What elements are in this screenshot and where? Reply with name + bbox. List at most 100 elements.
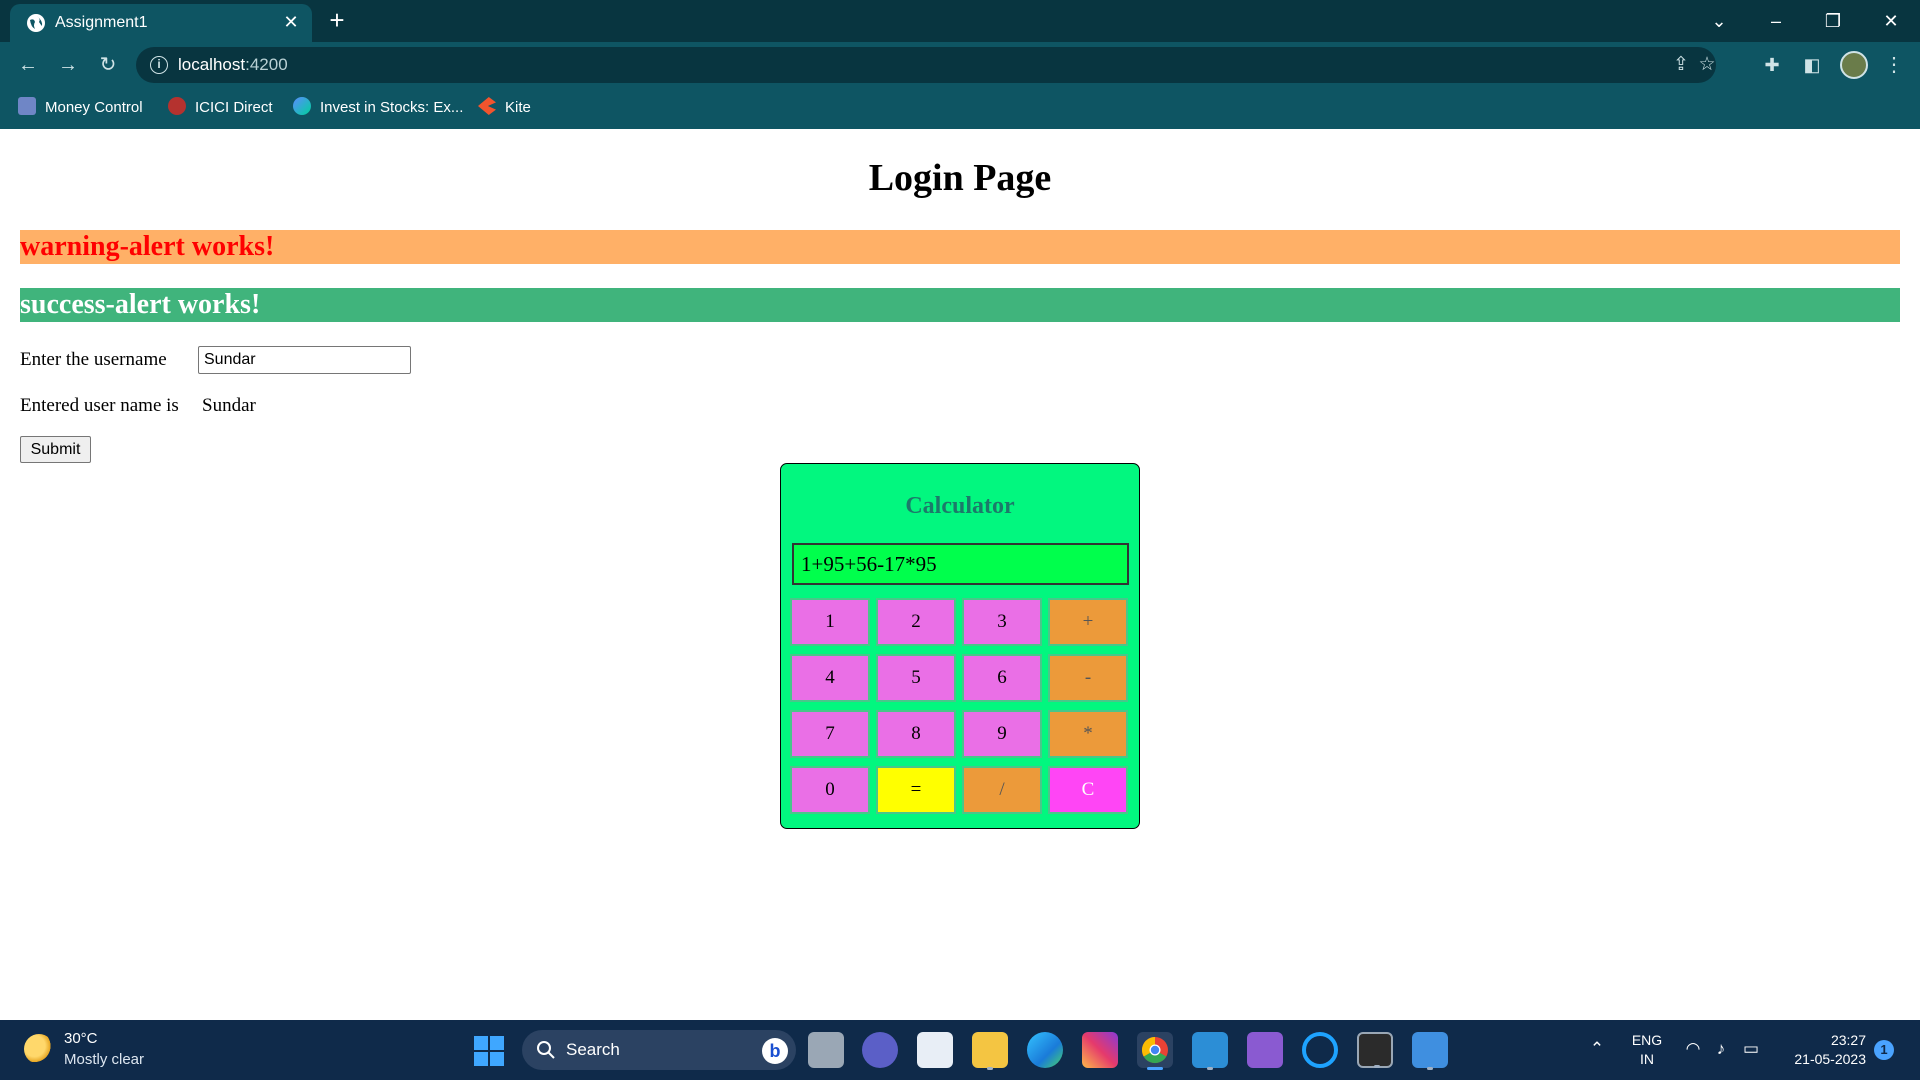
browser-toolbar: ← → ↻ i localhost:4200 ⇪ ☆ ✚ ◧ ⋮ [0,42,1920,88]
running-indicator [1207,1067,1213,1070]
new-tab-icon[interactable]: + [324,7,350,34]
edge-browser-icon[interactable] [1027,1032,1063,1068]
show-hidden-icons-chevron-icon[interactable]: ⌃ [1586,1038,1608,1060]
calculator: Calculator 1+95+56-17*95 1 2 3 + 4 5 6 -… [780,463,1140,829]
key-1[interactable]: 1 [790,598,870,646]
reload-icon[interactable]: ↻ [94,51,122,79]
bookmark-kite[interactable]: Kite [478,97,531,119]
back-arrow-icon[interactable]: ← [14,51,42,79]
bookmark-label: ICICI Direct [195,99,273,116]
battery-icon[interactable]: ▭ [1740,1038,1762,1060]
close-tab-icon[interactable]: ✕ [280,11,302,33]
visual-studio-icon[interactable] [1247,1032,1283,1068]
groww-icon [293,97,311,115]
more-menu-icon[interactable]: ⋮ [1880,51,1908,79]
bookmark-invest-in-stocks[interactable]: Invest in Stocks: Ex... [293,97,463,119]
bookmark-label: Invest in Stocks: Ex... [320,99,464,116]
calculator-title: Calculator [905,493,1015,519]
minimize-icon[interactable]: – [1761,6,1791,36]
cortana-icon[interactable] [1302,1032,1338,1068]
clock-date[interactable]: 21-05-2023 [1770,1051,1866,1067]
success-alert: success-alert works! [20,288,1900,322]
key-6[interactable]: 6 [962,654,1042,702]
extensions-puzzle-icon[interactable]: ✚ [1758,51,1786,79]
volume-icon[interactable]: ♪ [1710,1038,1732,1060]
language-indicator[interactable]: ENG [1630,1032,1664,1048]
notification-badge[interactable]: 1 [1874,1040,1894,1060]
teams-chat-icon[interactable] [862,1032,898,1068]
running-indicator [1427,1067,1433,1070]
bookmark-icici-direct[interactable]: ICICI Direct [168,97,273,119]
moneycontrol-icon [18,97,36,115]
address-bar[interactable]: i localhost:4200 ⇪ ☆ [136,47,1716,83]
url-host: localhost [178,55,246,74]
task-view-icon[interactable] [808,1032,844,1068]
file-explorer-icon[interactable] [972,1032,1008,1070]
page-content: Login Page warning-alert works! success-… [0,129,1920,1020]
username-label: Enter the username [20,349,167,370]
profile-avatar[interactable] [1840,51,1868,79]
bing-icon[interactable]: b [762,1038,788,1064]
bookmark-money-control[interactable]: Money Control [18,97,143,119]
key-minus[interactable]: - [1048,654,1128,702]
key-9[interactable]: 9 [962,710,1042,758]
bookmark-label: Money Control [45,99,143,116]
browser-tab-strip: Assignment1 ✕ + ⌄ – ❐ ✕ [0,0,1920,42]
side-panel-icon[interactable]: ◧ [1798,51,1826,79]
wifi-icon[interactable]: ◠ [1682,1038,1704,1060]
entered-username-label: Entered user name is [20,395,179,416]
instagram-icon[interactable] [1082,1032,1118,1068]
search-label: Search [566,1040,620,1059]
key-4[interactable]: 4 [790,654,870,702]
globe-icon [27,14,45,32]
notepad-icon[interactable] [1412,1032,1448,1070]
site-info-icon[interactable]: i [150,56,168,74]
microsoft-store-icon[interactable] [917,1032,953,1068]
terminal-icon[interactable] [1357,1032,1393,1068]
key-equals[interactable]: = [876,766,956,814]
chrome-logo-icon [1141,1036,1168,1064]
icici-icon [168,97,186,115]
tab-title: Assignment1 [55,14,148,31]
key-clear[interactable]: C [1048,766,1128,814]
warning-alert: warning-alert works! [20,230,1900,264]
key-plus[interactable]: + [1048,598,1128,646]
key-8[interactable]: 8 [876,710,956,758]
key-5[interactable]: 5 [876,654,956,702]
restore-icon[interactable]: ❐ [1818,6,1848,36]
key-0[interactable]: 0 [790,766,870,814]
key-7[interactable]: 7 [790,710,870,758]
clock-time[interactable]: 23:27 [1770,1032,1866,1048]
running-indicator [1374,1065,1380,1068]
taskbar: 30°C Mostly clear Search b ⌃ ENG IN ◠ ♪ … [0,1020,1920,1080]
weather-temperature[interactable]: 30°C [64,1030,98,1047]
kite-icon [478,97,496,115]
bookmark-label: Kite [505,99,531,116]
bookmarks-bar: Money Control ICICI Direct Invest in Sto… [0,88,1920,129]
bookmark-star-icon[interactable]: ☆ [1694,52,1720,78]
page-title: Login Page [868,157,1052,199]
entered-username-value: Sundar [202,395,256,416]
taskbar-search[interactable]: Search b [522,1030,796,1070]
key-divide[interactable]: / [962,766,1042,814]
forward-arrow-icon[interactable]: → [54,51,82,79]
weather-moon-icon[interactable] [24,1034,54,1064]
share-icon[interactable]: ⇪ [1668,52,1694,78]
chrome-browser-icon[interactable] [1137,1032,1173,1070]
key-3[interactable]: 3 [962,598,1042,646]
url-text[interactable]: localhost:4200 [178,55,288,75]
tab-search-chevron-icon[interactable]: ⌄ [1704,6,1734,36]
calculator-display[interactable]: 1+95+56-17*95 [792,543,1129,585]
running-indicator [987,1067,993,1070]
username-input[interactable] [198,346,411,374]
windows-start-icon[interactable] [474,1036,504,1066]
browser-tab[interactable]: Assignment1 ✕ [10,4,312,42]
key-2[interactable]: 2 [876,598,956,646]
close-window-icon[interactable]: ✕ [1876,6,1906,36]
region-indicator[interactable]: IN [1630,1051,1664,1067]
weather-description[interactable]: Mostly clear [64,1051,144,1068]
key-multiply[interactable]: * [1048,710,1128,758]
submit-button[interactable]: Submit [20,436,91,463]
search-icon [537,1041,555,1059]
vscode-icon[interactable] [1192,1032,1228,1070]
